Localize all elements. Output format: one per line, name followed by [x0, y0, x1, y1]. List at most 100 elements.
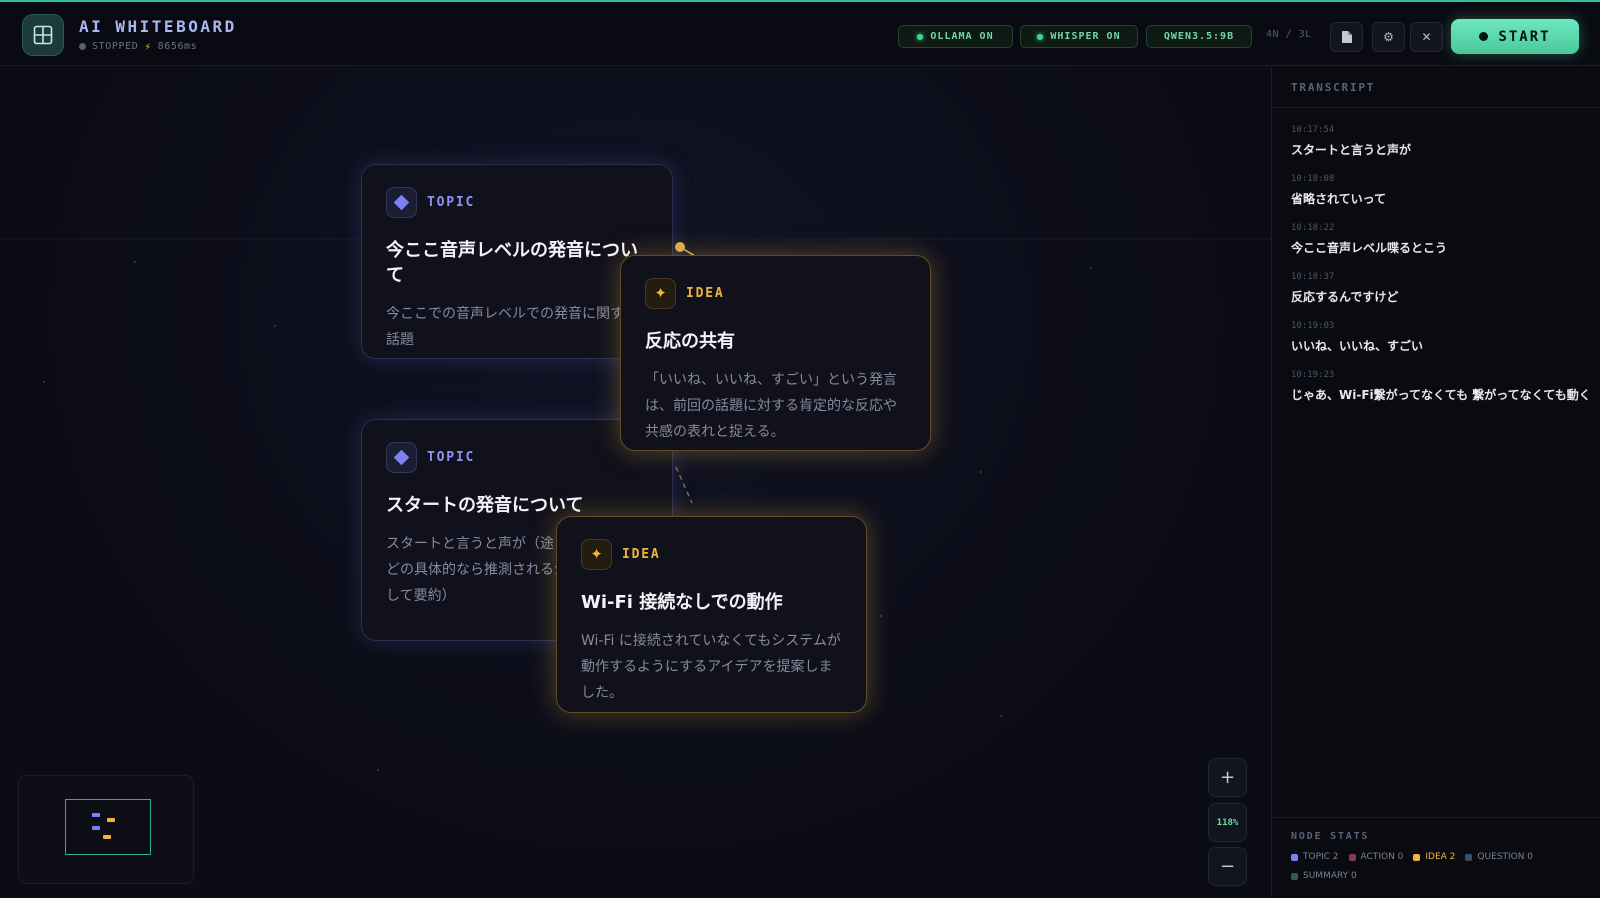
background-dot	[377, 769, 379, 771]
node-title: Wi-Fi 接続なしでの動作	[581, 592, 783, 613]
transcript-entry: 10:19:03 いいね、いいね、すごい	[1291, 321, 1591, 357]
start-label: START	[1498, 28, 1551, 45]
start-button[interactable]: START	[1451, 19, 1579, 54]
latency-text: 8656ms	[157, 41, 198, 52]
background-dot	[274, 325, 276, 327]
entry-time: 10:18:37	[1291, 272, 1335, 282]
green-dot-icon	[1037, 33, 1044, 40]
question-swatch-icon	[1465, 853, 1473, 861]
whiteboard-canvas[interactable]: TOPIC 今ここ音声レベルの発音について 今ここでの音声レベルでの発音に関する…	[0, 67, 1271, 898]
action-swatch-icon	[1348, 853, 1356, 861]
entry-text: 省略されていって	[1291, 192, 1387, 206]
diamond-icon	[393, 194, 410, 211]
node-title: スタートの発音について	[386, 495, 584, 516]
minus-icon: −	[1219, 856, 1236, 877]
background-dot	[980, 471, 982, 473]
ollama-label: OLLAMA ON	[930, 31, 994, 42]
minimap[interactable]	[18, 775, 194, 884]
node-body: 今ここでの音声レベルでの発音に関する話題	[386, 306, 638, 349]
divider	[1272, 107, 1600, 108]
minimap-viewport[interactable]	[65, 799, 151, 855]
node-header: TOPIC	[386, 187, 648, 218]
stat-question: QUESTION 0	[1465, 852, 1533, 862]
transcript-title: TRANSCRIPT	[1291, 81, 1376, 94]
stat-label: QUESTION 0	[1477, 852, 1534, 862]
document-button[interactable]	[1330, 22, 1363, 52]
ollama-status-badge: OLLAMA ON	[898, 25, 1013, 48]
background-dot	[1000, 715, 1002, 717]
idea-swatch-icon	[1413, 853, 1421, 861]
node-link-count: 4N / 3L	[1266, 29, 1312, 40]
model-badge[interactable]: QWEN3.5:9B	[1146, 25, 1252, 48]
node-stats-title: NODE STATS	[1291, 831, 1370, 842]
app-title: AI WHITEBOARD	[79, 17, 237, 36]
node-title: 反応の共有	[645, 331, 735, 352]
node-title: 今ここ音声レベルの発音について	[386, 240, 638, 287]
minimap-node	[107, 818, 115, 822]
node-header: ✦ IDEA	[581, 539, 842, 570]
status-dot-icon	[79, 43, 86, 50]
node-type-label: TOPIC	[427, 195, 476, 210]
status-line: STOPPED ⚡ 8656ms	[79, 40, 197, 53]
idea-node[interactable]: ✦ IDEA Wi-Fi 接続なしでの動作 Wi-Fi に接続されていなくてもシ…	[556, 516, 867, 713]
close-icon: ✕	[1421, 30, 1432, 44]
summary-swatch-icon	[1291, 872, 1298, 880]
top-bar: AI WHITEBOARD STOPPED ⚡ 8656ms OLLAMA ON…	[0, 0, 1600, 66]
node-type-label: TOPIC	[427, 450, 476, 465]
stat-label: ACTION 0	[1360, 852, 1404, 862]
clear-button[interactable]: ✕	[1410, 22, 1443, 52]
zoom-out-button[interactable]: −	[1208, 847, 1247, 886]
background-dot	[1090, 267, 1092, 269]
background-dot	[43, 381, 45, 383]
entry-time: 10:18:08	[1291, 174, 1335, 184]
background-dot	[880, 615, 882, 617]
stat-idea: IDEA 2	[1413, 852, 1455, 862]
whisper-label: WHISPER ON	[1050, 31, 1121, 42]
status-text: STOPPED	[92, 41, 139, 52]
stat-label: IDEA 2	[1425, 852, 1456, 862]
entry-text: 反応するんですけど	[1291, 290, 1399, 304]
idea-badge: ✦	[581, 539, 612, 570]
node-header: ✦ IDEA	[645, 278, 906, 309]
topic-badge	[386, 442, 417, 473]
whiteboard-logo-icon[interactable]	[22, 14, 64, 56]
gear-icon: ⚙	[1383, 30, 1394, 44]
idea-node[interactable]: ✦ IDEA 反応の共有 「いいね、いいね、すごい」という発言は、前回の話題に対…	[620, 255, 931, 451]
settings-button[interactable]: ⚙	[1372, 22, 1405, 52]
transcript-panel: TRANSCRIPT 10:17:54 スタートと言うと声が 10:18:08 …	[1271, 67, 1600, 898]
node-body: Wi-Fi に接続されていなくてもシステムが動作するようにするアイデアを提案しま…	[581, 633, 841, 701]
record-dot-icon	[1479, 32, 1489, 41]
transcript-entry: 10:18:08 省略されていって	[1291, 174, 1591, 210]
entry-time: 10:17:54	[1291, 125, 1335, 135]
entry-text: いいね、いいね、すごい	[1291, 339, 1424, 353]
transcript-list[interactable]: 10:17:54 スタートと言うと声が 10:18:08 省略されていって 10…	[1291, 125, 1591, 419]
bolt-icon: ⚡	[144, 40, 152, 53]
entry-time: 10:19:23	[1291, 370, 1335, 380]
stat-topic: TOPIC 2	[1291, 852, 1339, 862]
entry-time: 10:18:22	[1291, 223, 1335, 233]
entry-text: じゃあ、Wi-Fi繋がってなくても 繋がってなくても動く	[1291, 388, 1591, 402]
node-type-label: IDEA	[686, 286, 725, 301]
stat-label: SUMMARY 0	[1303, 871, 1357, 881]
background-dot	[134, 261, 136, 263]
whisper-status-badge: WHISPER ON	[1020, 25, 1138, 48]
model-label: QWEN3.5:9B	[1163, 31, 1235, 42]
document-icon	[1341, 31, 1352, 43]
node-header: TOPIC	[386, 442, 648, 473]
stat-summary: SUMMARY 0	[1291, 871, 1357, 881]
transcript-entry: 10:18:37 反応するんですけど	[1291, 272, 1591, 308]
diamond-icon	[393, 449, 410, 466]
transcript-entry: 10:17:54 スタートと言うと声が	[1291, 125, 1591, 161]
minimap-node	[103, 835, 111, 839]
app-root: AI WHITEBOARD STOPPED ⚡ 8656ms OLLAMA ON…	[0, 0, 1600, 898]
zoom-level[interactable]: 118%	[1208, 803, 1247, 842]
sparkle-icon: ✦	[590, 545, 603, 563]
zoom-in-button[interactable]: +	[1208, 758, 1247, 797]
entry-text: 今ここ音声レベル喋るとこう	[1291, 241, 1448, 255]
green-dot-icon	[917, 33, 924, 40]
topic-badge	[386, 187, 417, 218]
sparkle-icon: ✦	[654, 284, 667, 302]
topic-swatch-icon	[1291, 853, 1298, 861]
stat-label: TOPIC 2	[1303, 852, 1339, 862]
edge-handle[interactable]	[675, 242, 685, 252]
